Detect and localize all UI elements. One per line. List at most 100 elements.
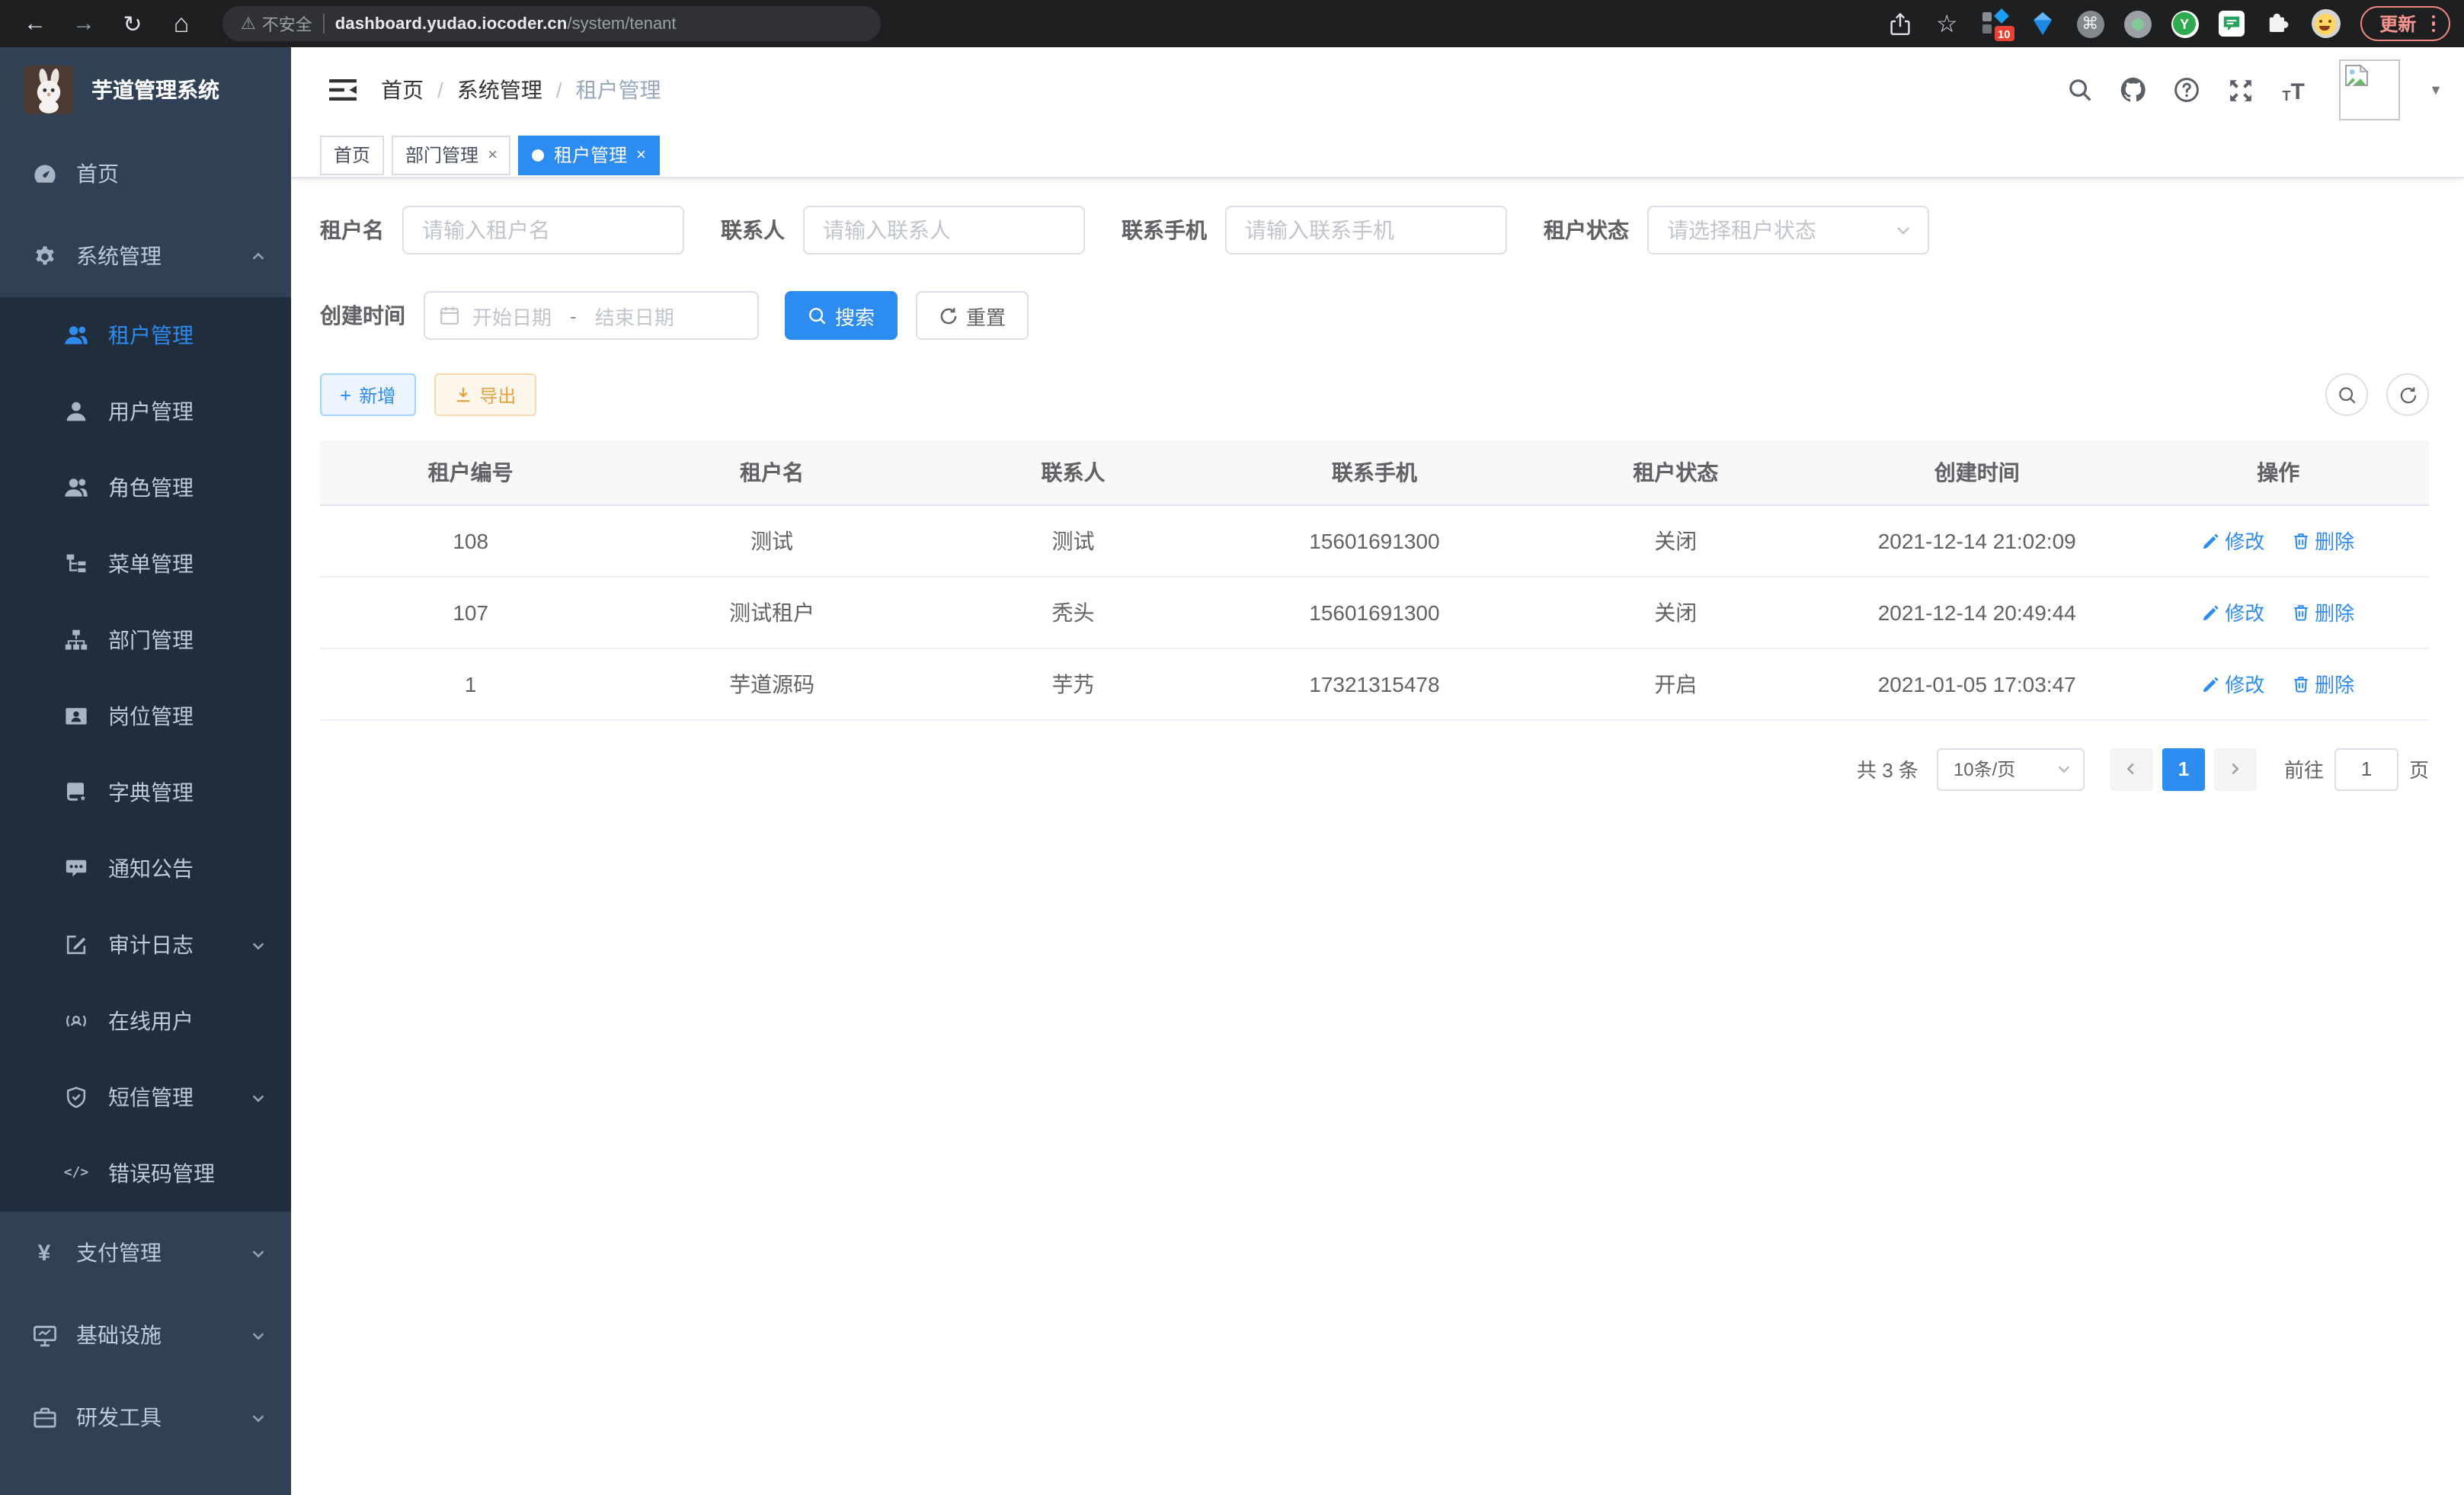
chat-extension-icon[interactable]: [2218, 11, 2244, 37]
profile-avatar[interactable]: [2311, 9, 2340, 38]
sidebar-item-post[interactable]: 岗位管理: [0, 678, 291, 754]
cell-mobile: 15601691300: [1224, 504, 1525, 576]
form-item-created: 创建时间 开始日期 - 结束日期: [320, 291, 759, 340]
browser-home-icon[interactable]: ⌂: [162, 4, 201, 43]
delete-link[interactable]: 删除: [2292, 526, 2354, 555]
sidebar-toggle-icon[interactable]: [328, 76, 358, 104]
command-extension-icon[interactable]: ⌘: [2076, 10, 2104, 37]
sidebar-logo-row: 芋道管理系统: [0, 47, 291, 133]
bookmark-star-icon[interactable]: ☆: [1933, 10, 1960, 37]
field-label: 租户名: [320, 215, 402, 245]
tab-home[interactable]: 首页: [320, 135, 384, 174]
sidebar-item-label: 租户管理: [108, 320, 194, 351]
sidebar-item-error-code[interactable]: </> 错误码管理: [0, 1135, 291, 1212]
sidebar-item-sms[interactable]: 短信管理: [0, 1059, 291, 1135]
date-range-picker[interactable]: 开始日期 - 结束日期: [424, 291, 759, 340]
sidebar-item-label: 菜单管理: [108, 549, 194, 579]
breadcrumb-item-home[interactable]: 首页: [381, 75, 424, 105]
sidebar-item-user[interactable]: 用户管理: [0, 373, 291, 450]
sidebar-item-label: 短信管理: [108, 1082, 194, 1112]
browser-toolbar: ← → ↻ ⌂ ⚠ 不安全 dashboard.yudao.iocoder.cn…: [0, 0, 2464, 47]
page-number-button[interactable]: 1: [2162, 748, 2205, 790]
cell-created: 2021-12-14 21:02:09: [1826, 504, 2127, 576]
page-unit-label: 页: [2409, 754, 2429, 783]
security-indicator[interactable]: ⚠ 不安全: [241, 11, 312, 36]
edit-link[interactable]: 修改: [2202, 597, 2264, 626]
calendar-icon: [439, 305, 460, 326]
tab-tenant[interactable]: 租户管理 ×: [519, 135, 660, 174]
github-icon[interactable]: [2120, 76, 2147, 104]
sidebar-item-home[interactable]: 首页: [0, 133, 291, 215]
app-title: 芋道管理系统: [91, 75, 219, 105]
gem-extension-icon[interactable]: [2029, 10, 2056, 37]
font-size-icon[interactable]: TT: [2280, 76, 2307, 104]
field-label: 创建时间: [320, 300, 424, 331]
help-icon[interactable]: [2173, 76, 2200, 104]
sidebar-item-label: 部门管理: [108, 625, 194, 655]
cell-contact: 秃头: [923, 576, 1224, 648]
sidebar-item-role[interactable]: 角色管理: [0, 450, 291, 526]
sidebar-item-label: 支付管理: [76, 1237, 162, 1268]
close-icon[interactable]: ×: [636, 146, 646, 164]
cell-tenant-id: 1: [320, 648, 621, 719]
browser-forward-icon[interactable]: →: [64, 4, 104, 43]
search-form-row-1: 租户名 联系人 联系手机 租户状态 请选择租户状态: [320, 206, 2429, 255]
add-button[interactable]: + 新增: [320, 373, 415, 416]
goto-page-input[interactable]: [2334, 748, 2398, 790]
browser-reload-icon[interactable]: ↻: [113, 4, 152, 43]
sidebar-item-online-user[interactable]: 在线用户: [0, 983, 291, 1059]
tab-dept[interactable]: 部门管理 ×: [392, 135, 511, 174]
address-bar[interactable]: ⚠ 不安全 dashboard.yudao.iocoder.cn/system/…: [222, 6, 881, 41]
tenant-name-input[interactable]: [402, 206, 684, 255]
table-row: 1 芋道源码 芋艿 17321315478 开启 2021-01-05 17:0…: [320, 648, 2429, 719]
close-icon[interactable]: ×: [488, 146, 498, 164]
sidebar-item-tenant[interactable]: 租户管理: [0, 297, 291, 373]
sidebar-item-label: 字典管理: [108, 777, 194, 808]
user-avatar[interactable]: [2339, 59, 2400, 120]
sidebar-item-dev-tools[interactable]: 研发工具: [0, 1376, 291, 1458]
reset-button[interactable]: 重置: [916, 291, 1029, 340]
prev-page-button[interactable]: [2110, 748, 2153, 790]
sidebar-item-notice[interactable]: 通知公告: [0, 831, 291, 907]
cell-actions: 修改 删除: [2127, 504, 2429, 576]
avatar-caret-icon[interactable]: ▼: [2429, 82, 2443, 98]
fullscreen-icon[interactable]: [2226, 76, 2254, 104]
refresh-icon[interactable]: [2386, 373, 2429, 416]
toggle-search-icon[interactable]: [2325, 373, 2368, 416]
delete-link[interactable]: 删除: [2292, 597, 2354, 626]
form-item-contact: 联系人: [721, 206, 1085, 255]
sidebar-item-dept[interactable]: 部门管理: [0, 602, 291, 678]
sidebar-item-label: 错误码管理: [108, 1158, 215, 1189]
search-icon[interactable]: [2066, 76, 2094, 104]
sidebar-item-audit-log[interactable]: 审计日志: [0, 907, 291, 983]
edit-link[interactable]: 修改: [2202, 669, 2264, 698]
sidebar-item-infrastructure[interactable]: 基础设施: [0, 1294, 291, 1376]
contact-input[interactable]: [803, 206, 1085, 255]
share-icon[interactable]: [1886, 10, 1913, 37]
extension-badge-icon[interactable]: 10: [1980, 9, 2009, 38]
people-icon: [62, 474, 90, 501]
dot-extension-icon[interactable]: [2123, 10, 2151, 37]
sidebar-item-dict[interactable]: 字典管理: [0, 754, 291, 831]
col-status: 租户状态: [1525, 440, 1826, 504]
sidebar-item-payment[interactable]: ¥ 支付管理: [0, 1212, 291, 1294]
search-form-row-2: 创建时间 开始日期 - 结束日期 搜索: [320, 291, 2429, 340]
mobile-input[interactable]: [1225, 206, 1507, 255]
delete-link[interactable]: 删除: [2292, 669, 2354, 698]
chrome-menu-icon[interactable]: [2431, 15, 2435, 32]
extensions-puzzle-icon[interactable]: [2264, 10, 2291, 37]
search-button[interactable]: 搜索: [785, 291, 898, 340]
browser-back-icon[interactable]: ←: [15, 4, 55, 43]
edit-link[interactable]: 修改: [2202, 526, 2264, 555]
chrome-update-button[interactable]: 更新: [2360, 6, 2450, 41]
sidebar-item-label: 系统管理: [76, 241, 162, 271]
export-button[interactable]: 导出: [434, 373, 536, 416]
page-size-select[interactable]: 10条/页: [1937, 748, 2085, 790]
y-extension-icon[interactable]: Y: [2171, 10, 2198, 37]
sidebar-item-system[interactable]: 系统管理: [0, 215, 291, 297]
sidebar-item-menu[interactable]: 菜单管理: [0, 526, 291, 602]
next-page-button[interactable]: [2214, 748, 2257, 790]
breadcrumb-item-system[interactable]: 系统管理: [457, 75, 542, 105]
sidebar-item-label: 通知公告: [108, 853, 194, 884]
status-select[interactable]: 请选择租户状态: [1647, 206, 1929, 255]
